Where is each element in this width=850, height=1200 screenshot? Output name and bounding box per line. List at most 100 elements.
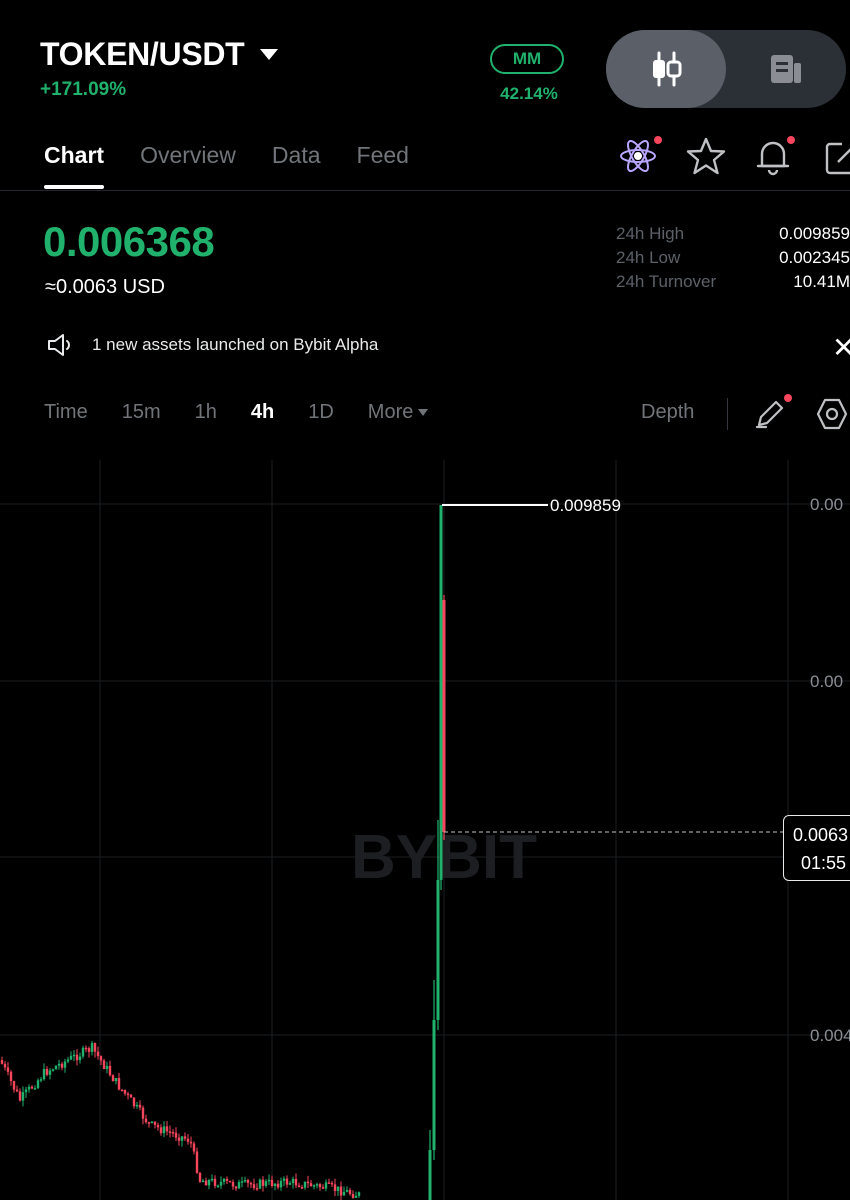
tab-feed[interactable]: Feed <box>357 142 409 183</box>
toolbar-divider <box>727 398 728 430</box>
candle <box>117 1077 121 1090</box>
candle <box>228 1180 232 1183</box>
candle <box>174 1132 178 1138</box>
current-price-tag: 0.0063 01:55 <box>783 815 850 881</box>
candle <box>75 1054 79 1061</box>
candle <box>135 1104 139 1107</box>
more-label: More <box>367 401 414 423</box>
stat-row-high: 24h High 0.009859 <box>616 222 850 246</box>
hexagon-settings-icon <box>816 398 848 430</box>
notification-dot <box>787 136 795 144</box>
interval-more[interactable]: More <box>368 401 429 424</box>
share-button[interactable] <box>818 134 850 178</box>
candle <box>258 1179 262 1189</box>
candlestick-chart[interactable]: BYBIT 0.009859 0.00 0.00 0.004 <box>0 460 850 1200</box>
candle <box>204 1180 208 1186</box>
candle <box>162 1126 166 1134</box>
candle <box>267 1179 271 1182</box>
candle <box>348 1190 352 1194</box>
candle <box>72 1054 76 1057</box>
candle <box>264 1181 268 1186</box>
candle <box>324 1182 328 1189</box>
candle <box>51 1069 55 1071</box>
candle <box>87 1048 91 1052</box>
main-tabs: Chart Overview Data Feed <box>44 142 409 189</box>
tab-chart[interactable]: Chart <box>44 142 105 189</box>
candle <box>442 600 446 832</box>
depth-button[interactable]: Depth <box>641 401 694 424</box>
close-icon[interactable]: ✕ <box>832 334 850 362</box>
interval-1h[interactable]: 1h <box>195 401 217 424</box>
stat-value: 10.41M <box>793 272 850 291</box>
candle <box>66 1059 70 1062</box>
notification-dot <box>784 394 792 402</box>
candle <box>237 1182 241 1189</box>
candle <box>84 1047 88 1050</box>
alert-button[interactable] <box>751 134 795 178</box>
interval-1d[interactable]: 1D <box>308 401 334 424</box>
tab-data[interactable]: Data <box>272 142 321 183</box>
stat-label: 24h Low <box>616 248 681 267</box>
candle <box>210 1178 214 1181</box>
candle <box>234 1186 238 1189</box>
candle <box>96 1051 100 1057</box>
pencil-icon <box>755 400 784 429</box>
high-marker-label: 0.009859 <box>550 496 621 515</box>
candle <box>213 1178 217 1186</box>
orderbook-view-button[interactable] <box>726 30 846 108</box>
candle <box>30 1086 34 1089</box>
candle <box>357 1192 361 1196</box>
candle <box>225 1178 229 1181</box>
candle <box>45 1068 49 1075</box>
candle <box>339 1186 343 1196</box>
candle <box>24 1089 28 1093</box>
stat-value: 0.009859 <box>779 224 850 243</box>
candle <box>78 1056 82 1061</box>
y-tick-label: 0.004 <box>810 1026 850 1045</box>
candle <box>195 1151 199 1173</box>
candle <box>81 1047 85 1057</box>
candle <box>279 1180 283 1188</box>
candle <box>120 1089 124 1092</box>
atom-icon <box>620 139 656 173</box>
candle <box>201 1180 205 1183</box>
draw-tool-button[interactable] <box>752 394 792 432</box>
candle <box>171 1132 175 1134</box>
candle <box>315 1184 319 1186</box>
atom-button[interactable] <box>616 134 662 178</box>
candle <box>222 1178 226 1182</box>
favorite-button[interactable] <box>684 134 728 178</box>
announcement-banner[interactable]: 1 new assets launched on Bybit Alpha <box>46 332 378 358</box>
chart-settings-button[interactable] <box>814 396 850 432</box>
trading-pair-selector[interactable]: TOKEN/USDT <box>40 36 279 73</box>
candle <box>186 1138 190 1142</box>
mm-badge[interactable]: MM <box>490 44 564 74</box>
notification-dot <box>654 136 662 144</box>
chart-view-button[interactable] <box>606 30 726 108</box>
mm-label: MM <box>512 49 542 68</box>
candle <box>165 1126 169 1132</box>
candle <box>177 1137 181 1141</box>
candle-countdown: 01:55 <box>801 853 847 873</box>
tab-overview[interactable]: Overview <box>140 142 236 183</box>
interval-4h[interactable]: 4h <box>251 401 274 424</box>
candle <box>297 1185 301 1187</box>
candle <box>69 1055 73 1060</box>
candle <box>102 1060 106 1070</box>
candle <box>351 1193 355 1198</box>
candle <box>306 1181 310 1184</box>
stat-row-low: 24h Low 0.002345 <box>616 246 850 270</box>
candle <box>276 1183 280 1188</box>
chevron-down-icon <box>260 49 279 60</box>
interval-time[interactable]: Time <box>44 401 88 424</box>
candle <box>150 1121 154 1124</box>
candle <box>159 1127 163 1134</box>
candle <box>327 1182 331 1184</box>
candle <box>132 1097 136 1107</box>
candle <box>285 1178 289 1185</box>
candle <box>273 1183 277 1186</box>
interval-15m[interactable]: 15m <box>122 401 161 424</box>
candle <box>300 1186 304 1189</box>
candle <box>153 1121 157 1125</box>
candle <box>108 1065 112 1076</box>
